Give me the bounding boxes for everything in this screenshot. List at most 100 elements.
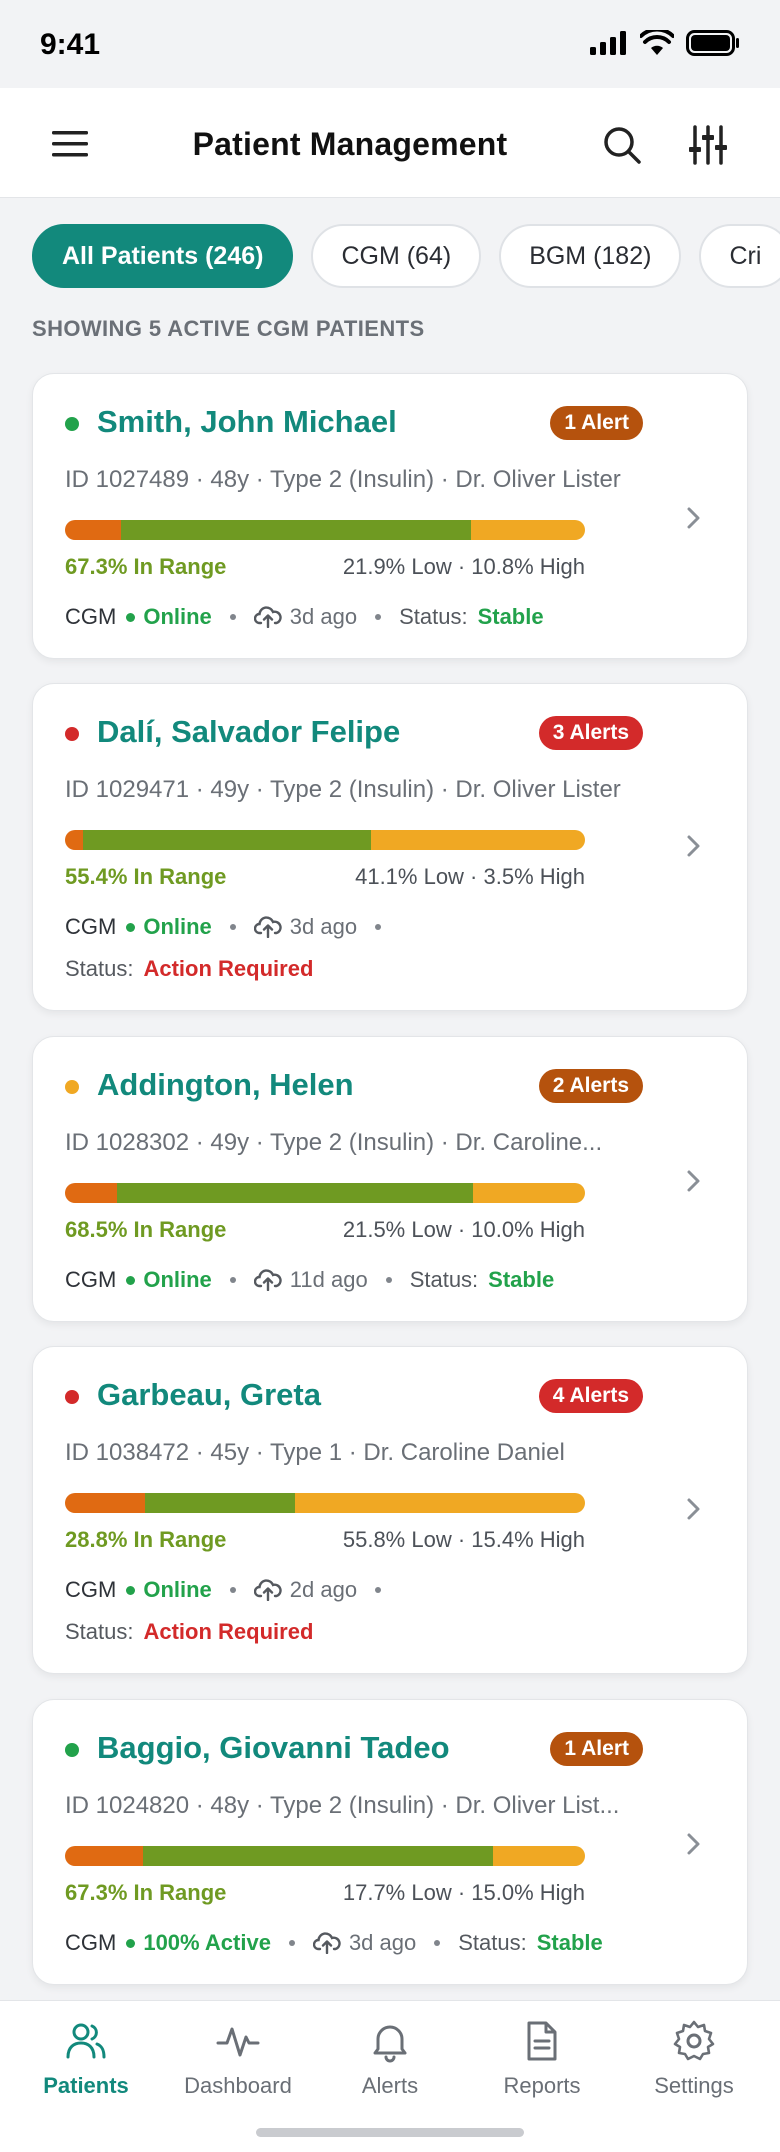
device-status-row: CGM 100% Active 3d ago Status: Stable [65, 1930, 603, 1956]
patient-meta: ID 1027489 · 48y · Type 2 (Insulin) · Dr… [65, 466, 621, 493]
device-type: CGM [65, 914, 117, 939]
tab-label: Patients [43, 2073, 129, 2098]
device-type: CGM [65, 1930, 117, 1955]
wifi-icon [640, 30, 674, 55]
chip-all-patients[interactable]: All Patients (246) [32, 224, 294, 288]
search-icon[interactable] [600, 123, 644, 167]
bar-segment-high [492, 1846, 585, 1866]
device-type: CGM [65, 1267, 117, 1292]
cloud-upload-icon [253, 1579, 282, 1601]
bar-segment-very-low [65, 1493, 146, 1513]
last-upload: 11d ago [289, 1267, 368, 1292]
status-label: Status: [409, 1267, 479, 1292]
battery-icon [686, 30, 739, 56]
device-type: CGM [65, 1577, 117, 1602]
status-indicator-dot [65, 727, 79, 741]
glucose-range-bar [65, 830, 585, 850]
status-label: Status: [458, 1930, 527, 1955]
patient-card[interactable]: Addington, Helen 2 Alerts ID 1028302 · 4… [32, 1036, 748, 1322]
patient-card[interactable]: Baggio, Giovanni Tadeo 1 Alert ID 102482… [32, 1699, 748, 1985]
status-indicator-dot [65, 1390, 79, 1404]
patient-card[interactable]: Smith, John Michael 1 Alert ID 1027489 ·… [32, 373, 748, 659]
patient-status: Stable [488, 1267, 555, 1292]
patient-name: Dalí, Salvador Felipe [97, 714, 401, 749]
alert-badge[interactable]: 2 Alerts [538, 1069, 643, 1103]
online-dot [126, 1938, 136, 1948]
signal-icon [590, 31, 626, 55]
dashboard-icon [216, 2027, 260, 2057]
device-status-row: CGM Online 11d ago Status: Stable [65, 1267, 554, 1293]
alert-badge[interactable]: 4 Alerts [538, 1379, 643, 1413]
online-dot [126, 1585, 136, 1595]
bar-segment-very-low [65, 520, 122, 540]
tab-settings[interactable]: Settings [616, 2019, 772, 2099]
tab-label: Dashboard [184, 2073, 292, 2098]
app-header: Patient Management [0, 88, 780, 198]
bar-segment-in-range [145, 1493, 295, 1513]
status-indicator-dot [65, 1080, 79, 1094]
low-high-percent: 55.8% Low · 15.4% High [342, 1527, 585, 1552]
chip-bgm[interactable]: BGM (182) [499, 224, 682, 288]
cloud-upload-icon [253, 606, 282, 628]
chip-cgm[interactable]: CGM (64) [311, 224, 482, 288]
patient-name: Baggio, Giovanni Tadeo [97, 1730, 450, 1765]
page-title: Patient Management [192, 126, 508, 162]
alert-badge[interactable]: 1 Alert [550, 1732, 643, 1766]
patient-card[interactable]: Garbeau, Greta 4 Alerts ID 1038472 · 45y… [32, 1346, 748, 1674]
alert-badge[interactable]: 1 Alert [550, 406, 643, 440]
bar-segment-in-range [83, 830, 372, 850]
alert-badge[interactable]: 3 Alerts [538, 716, 643, 750]
patient-status: Action Required [143, 956, 314, 981]
separator-dot [229, 1587, 236, 1593]
glucose-range-bar [65, 1183, 585, 1203]
last-upload: 3d ago [289, 604, 358, 629]
connection-status: Online [143, 1267, 212, 1292]
connection-status: Online [143, 604, 212, 629]
tab-label: Alerts [361, 2073, 419, 2098]
bar-segment-high [294, 1493, 585, 1513]
connection-status: 100% Active [143, 1930, 271, 1955]
tab-alerts[interactable]: Alerts [312, 2019, 468, 2099]
patient-name: Garbeau, Greta [97, 1377, 321, 1412]
last-upload: 3d ago [348, 1930, 417, 1955]
last-upload: 3d ago [289, 914, 358, 939]
gear-icon [673, 2020, 715, 2061]
status-label: Status: [65, 956, 134, 981]
patient-name: Smith, John Michael [97, 404, 397, 439]
patient-status: Action Required [143, 1619, 314, 1644]
bar-segment-in-range [121, 520, 472, 540]
low-high-percent: 21.9% Low · 10.8% High [342, 554, 585, 579]
bar-segment-very-low [65, 1183, 117, 1203]
patient-name: Addington, Helen [97, 1067, 354, 1102]
status-icons [590, 30, 740, 56]
tab-dashboard[interactable]: Dashboard [160, 2019, 316, 2099]
glucose-range-bar [65, 1493, 585, 1513]
device-type: CGM [65, 604, 117, 629]
bar-segment-high [371, 830, 585, 850]
chevron-right-icon[interactable] [683, 1495, 705, 1523]
separator-dot [229, 924, 236, 930]
chevron-right-icon[interactable] [683, 504, 705, 532]
separator-dot [385, 1277, 392, 1283]
chevron-right-icon[interactable] [683, 1830, 705, 1858]
status-row: Status: Action Required [65, 956, 313, 982]
separator-dot [434, 1940, 441, 1946]
patient-meta: ID 1024820 · 48y · Type 2 (Insulin) · Dr… [65, 1792, 620, 1819]
results-summary: SHOWING 5 ACTIVE CGM PATIENTS [32, 316, 425, 341]
bar-segment-very-low [65, 830, 84, 850]
chevron-right-icon[interactable] [683, 832, 705, 860]
chevron-right-icon[interactable] [683, 1167, 705, 1195]
chip-critical[interactable]: Cri [699, 224, 780, 288]
filter-sliders-icon[interactable] [686, 123, 730, 167]
tab-reports[interactable]: Reports [464, 2019, 620, 2099]
bar-segment-high [473, 1183, 585, 1203]
patient-card[interactable]: Dalí, Salvador Felipe 3 Alerts ID 102947… [32, 683, 748, 1011]
tab-label: Settings [654, 2073, 734, 2098]
separator-dot [288, 1940, 295, 1946]
tab-patients[interactable]: Patients [8, 2019, 164, 2099]
separator-dot [375, 614, 382, 620]
connection-status: Online [143, 1577, 212, 1602]
last-upload: 2d ago [289, 1577, 358, 1602]
status-bar: 9:41 [0, 0, 780, 88]
patient-meta: ID 1028302 · 49y · Type 2 (Insulin) · Dr… [65, 1129, 603, 1156]
